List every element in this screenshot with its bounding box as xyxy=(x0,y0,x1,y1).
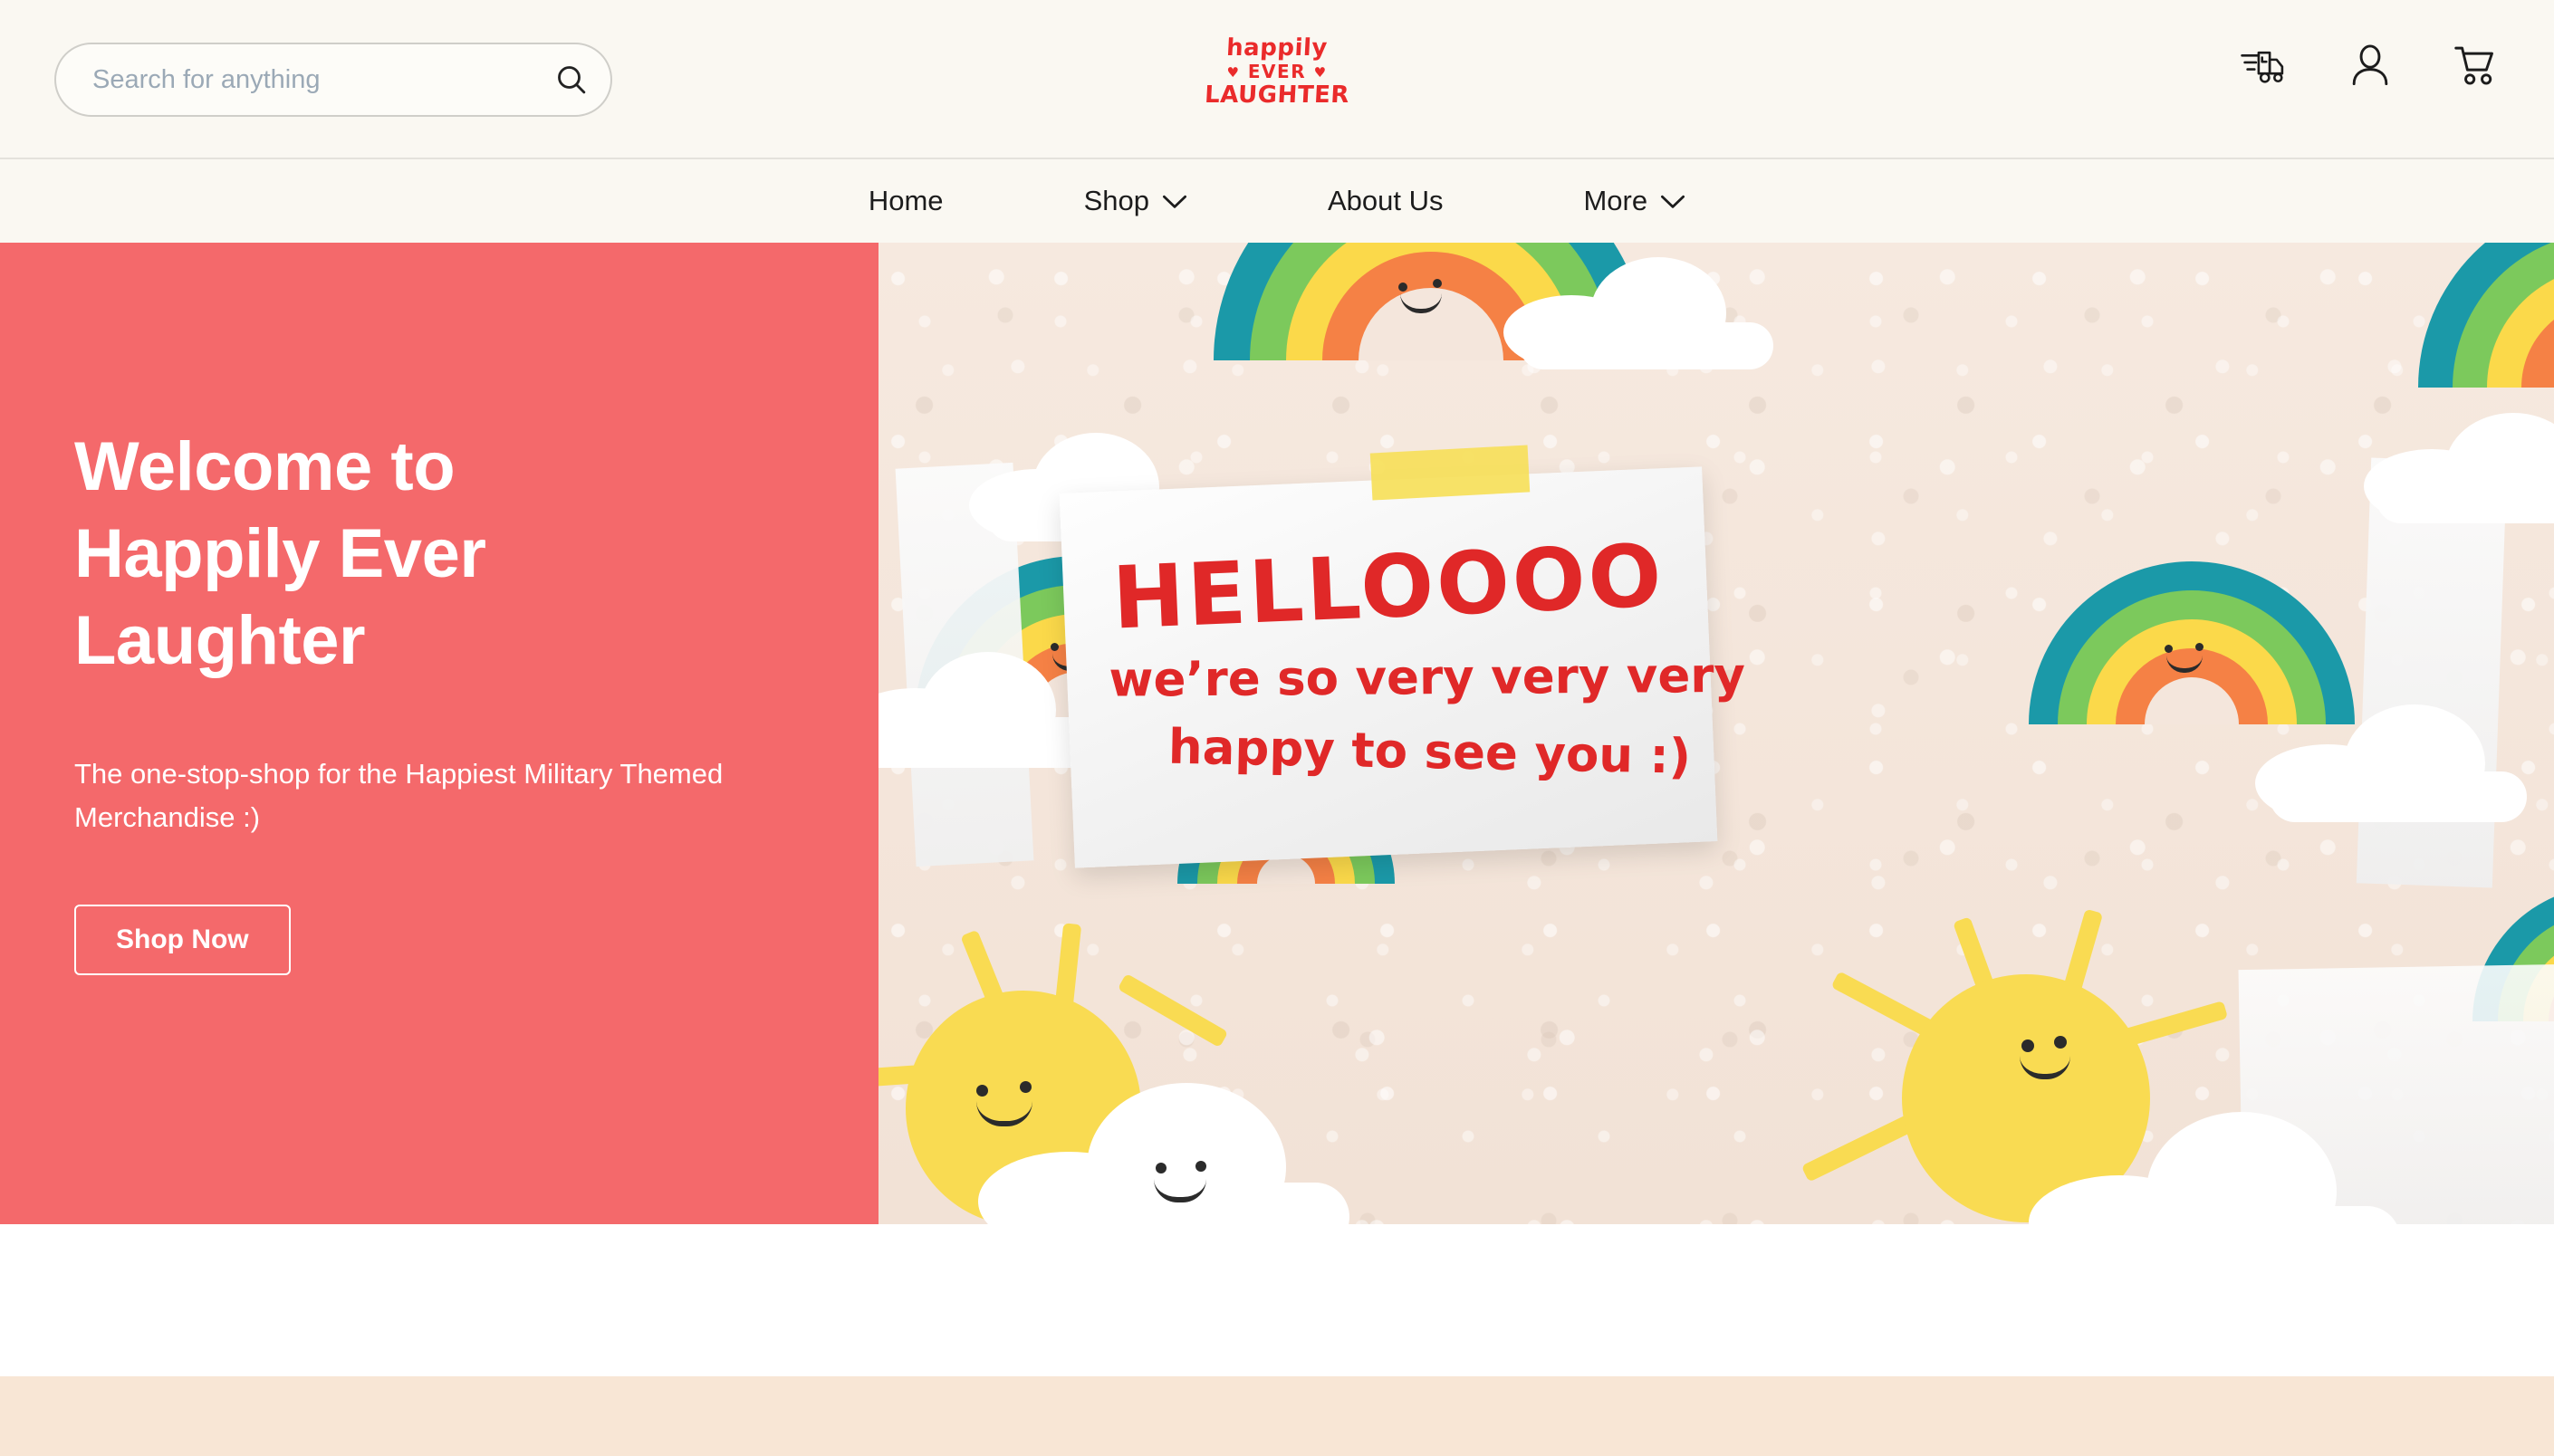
search-input[interactable] xyxy=(56,44,547,115)
cloud-illustration xyxy=(2364,406,2554,523)
main-navigation: Home Shop About Us More xyxy=(0,159,2554,243)
cloud-eye-right xyxy=(1195,1161,1206,1172)
sun-eye-right xyxy=(2054,1036,2067,1049)
hero-section: Welcome to Happily Ever Laughter The one… xyxy=(0,243,2554,1224)
nav-list: Home Shop About Us More xyxy=(869,185,1685,217)
shopping-cart-icon[interactable] xyxy=(2453,43,2500,87)
cloud-base xyxy=(2045,1206,2400,1224)
nav-item-home-label: Home xyxy=(868,185,944,216)
washi-tape xyxy=(1369,445,1531,501)
cloud-base xyxy=(1520,322,1773,369)
nav-item-about-us-label: About Us xyxy=(1327,185,1444,216)
chevron-down-icon xyxy=(1162,185,1187,217)
nav-item-about-us[interactable]: About Us xyxy=(1328,185,1444,217)
hero-title-line-2: Happily Ever xyxy=(74,514,486,592)
rainbow-illustration-far-right xyxy=(2418,243,2554,388)
sun-ray xyxy=(1117,972,1229,1049)
heart-icon: ♥ xyxy=(1226,64,1241,81)
nav-item-home[interactable]: Home xyxy=(869,185,944,217)
logo-line-3: LAUGHTER xyxy=(1204,81,1350,109)
hero-banner-image: HELLOOOO we’re so very very very happy t… xyxy=(879,243,2554,1224)
rainbow-eye-right xyxy=(1433,279,1442,288)
nav-item-more[interactable]: More xyxy=(1583,185,1685,217)
cloud-base xyxy=(879,717,1096,768)
shop-now-button[interactable]: Shop Now xyxy=(74,905,291,976)
cloud-illustration xyxy=(2029,1112,2409,1224)
heart-icon: ♥ xyxy=(1313,64,1328,81)
search-icon[interactable] xyxy=(547,44,610,115)
cloud-base xyxy=(2270,771,2527,822)
hero-title-line-3: Laughter xyxy=(74,601,366,679)
rainbow-eye-left xyxy=(2165,645,2173,653)
note-line-1: HELLOOOO xyxy=(1110,526,1666,649)
rainbow-face xyxy=(2146,643,2237,692)
rainbow-eye-left xyxy=(1398,283,1407,292)
rainbow-eye-right xyxy=(2195,643,2204,651)
nav-item-shop[interactable]: Shop xyxy=(1084,185,1187,217)
search-box[interactable] xyxy=(54,43,612,117)
note-line-2: we’re so very very very xyxy=(1109,647,1746,708)
chevron-down-icon xyxy=(1660,185,1685,217)
hero-text-panel: Welcome to Happily Ever Laughter The one… xyxy=(0,243,879,1224)
user-account-icon[interactable] xyxy=(2349,43,2391,87)
content-white-band xyxy=(0,1224,2554,1376)
logo-line-2-text: EVER xyxy=(1247,61,1307,82)
sun-eye-left xyxy=(2021,1039,2034,1052)
cloud-illustration xyxy=(978,1083,1359,1224)
logo-line-1: happily xyxy=(1225,34,1329,62)
content-peach-band xyxy=(0,1376,2554,1456)
rainbow-smile xyxy=(1400,293,1442,313)
cloud-illustration xyxy=(1503,252,1793,369)
nav-item-more-label: More xyxy=(1583,185,1648,216)
nav-item-shop-label: Shop xyxy=(1083,185,1149,216)
hero-title: Welcome to Happily Ever Laughter xyxy=(74,424,817,684)
cloud-illustration xyxy=(2255,695,2545,822)
hero-paper-note: HELLOOOO we’re so very very very happy t… xyxy=(1059,466,1745,868)
fast-delivery-truck-icon[interactable] xyxy=(2241,44,2288,86)
site-logo[interactable]: happily ♥ EVER ♥ LAUGHTER xyxy=(1168,34,1386,109)
cloud-base xyxy=(2376,474,2554,523)
top-header: happily ♥ EVER ♥ LAUGHTER xyxy=(0,0,2554,159)
hero-subtitle: The one-stop-shop for the Happiest Milit… xyxy=(74,758,724,834)
logo-line-2: ♥ EVER ♥ xyxy=(1168,62,1386,81)
note-line-3: happy to see you :) xyxy=(1167,719,1692,785)
header-icon-group xyxy=(2241,43,2500,87)
hero-title-line-1: Welcome to xyxy=(74,428,456,505)
rainbow-face xyxy=(1377,279,1485,333)
cloud-eye-left xyxy=(1156,1163,1167,1173)
hero-copy: Welcome to Happily Ever Laughter The one… xyxy=(74,424,817,976)
rainbow-smile xyxy=(2166,656,2203,673)
